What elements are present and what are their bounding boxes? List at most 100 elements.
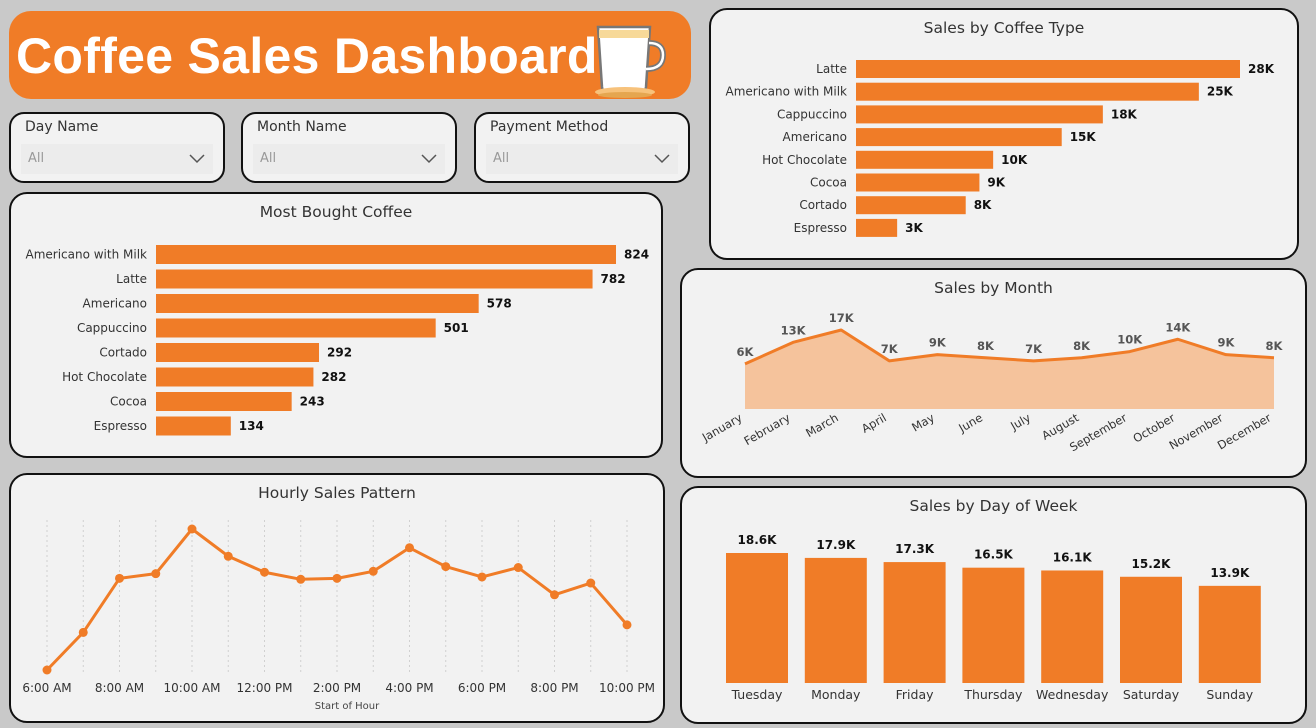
bar [856, 82, 1199, 101]
bar [883, 562, 946, 683]
data-label: 282 [321, 370, 346, 384]
data-label: 15.2K [1132, 557, 1172, 571]
page-title: Coffee Sales Dashboard [16, 28, 598, 84]
x-tick-label: Monday [811, 687, 861, 702]
data-label: 7K [1025, 342, 1043, 356]
category-label: Latte [116, 272, 147, 286]
data-label: 17.3K [895, 542, 935, 556]
data-point [78, 627, 88, 637]
data-label: 9K [1217, 336, 1235, 350]
bar [156, 343, 320, 362]
category-label: Hot Chocolate [762, 153, 847, 167]
bar [726, 553, 788, 683]
data-label: 3K [905, 221, 923, 235]
hourly-sales-panel: Hourly Sales Pattern 6:00 AM 8:00 AM 10:00… [9, 473, 665, 723]
bar [856, 173, 980, 192]
bar [156, 318, 436, 338]
category-label: Espresso [794, 221, 847, 235]
x-tick-label: Friday [896, 687, 934, 702]
category-label: Cortado [99, 346, 147, 360]
data-label: 28K [1248, 62, 1275, 76]
slicer-month-name[interactable]: Month Name All [241, 112, 457, 183]
data-label: 13K [781, 323, 807, 337]
data-label: 14K [1165, 320, 1191, 334]
sales-by-day-panel: Sales by Day of Week 18.6K Tuesday 17.9K Mo… [680, 486, 1307, 724]
slicer-label: Day Name [25, 119, 99, 135]
data-point [187, 524, 197, 534]
bar [156, 416, 231, 436]
payment-method-dropdown[interactable]: All [486, 144, 678, 174]
data-label: 8K [974, 198, 992, 212]
bar [856, 150, 994, 169]
x-tick-label: Tuesday [731, 687, 783, 702]
day-name-dropdown[interactable]: All [21, 144, 213, 174]
bar [856, 128, 1062, 147]
data-point [513, 563, 523, 573]
bar [856, 196, 966, 215]
sales-by-coffee-type-panel: Sales by Coffee Type Latte 28K Americano w… [709, 8, 1299, 260]
x-tick-label: December [1215, 410, 1274, 452]
data-label: 578 [487, 297, 512, 311]
data-point [405, 543, 414, 553]
bar [856, 218, 898, 237]
category-label: Latte [816, 62, 847, 76]
data-label: 9K [929, 336, 947, 350]
data-label: 292 [327, 346, 352, 360]
category-label: Americano [83, 297, 147, 311]
bar [1041, 570, 1104, 683]
x-tick-label: May [909, 410, 937, 434]
data-point [368, 566, 378, 576]
x-tick-label: 12:00 PM [237, 681, 293, 695]
data-label: 134 [239, 419, 264, 433]
data-point [332, 573, 342, 583]
data-point [223, 551, 233, 561]
data-point [260, 567, 269, 577]
bar [156, 245, 616, 264]
bar [156, 392, 292, 411]
bar [962, 567, 1025, 683]
data-label: 9K [987, 176, 1005, 190]
area-fill [745, 330, 1274, 409]
category-label: Cortado [799, 198, 847, 212]
x-tick-label: July [1007, 410, 1033, 433]
bar [156, 367, 314, 387]
slicer-value: All [28, 151, 45, 166]
x-tick-label: Thursday [963, 687, 1023, 702]
x-tick-label: April [859, 410, 889, 435]
bar [1120, 576, 1182, 683]
category-label: Hot Chocolate [62, 370, 147, 384]
data-point [622, 620, 632, 630]
data-label: 824 [624, 248, 649, 262]
most-bought-coffee-panel: Most Bought Coffee Americano with Milk 82… [9, 192, 663, 458]
category-label: Americano with Milk [25, 248, 147, 262]
x-tick-label: 4:00 PM [385, 681, 433, 695]
most-bought-coffee-chart: Americano with Milk 824 Latte 782 Americano 5… [25, 245, 649, 436]
data-label: 10K [1117, 333, 1143, 347]
bar [1198, 585, 1261, 683]
data-label: 8K [977, 339, 995, 353]
x-tick-label: 6:00 AM [22, 681, 71, 695]
category-label: Cappuccino [77, 321, 147, 335]
data-point [296, 574, 306, 584]
slicer-label: Month Name [257, 119, 347, 135]
data-label: 501 [444, 321, 469, 335]
data-label: 8K [1073, 339, 1091, 353]
slicer-day-name[interactable]: Day Name All [9, 112, 225, 183]
x-tick-label: 8:00 PM [530, 681, 578, 695]
chevron-down-icon [189, 154, 205, 164]
slicer-value: All [493, 151, 510, 166]
data-label: 7K [881, 342, 899, 356]
x-tick-label: March [803, 410, 840, 440]
category-label: Americano with Milk [725, 85, 847, 99]
data-label: 17.9K [816, 538, 856, 552]
month-name-dropdown[interactable]: All [253, 144, 445, 174]
data-point [550, 590, 559, 600]
data-label: 17K [829, 311, 855, 325]
data-label: 18.6K [738, 533, 778, 547]
category-label: Cappuccino [777, 107, 847, 121]
slicer-payment-method[interactable]: Payment Method All [474, 112, 690, 183]
x-tick-label: Sunday [1206, 687, 1253, 702]
data-point [441, 562, 451, 572]
data-label: 782 [601, 272, 626, 286]
x-tick-label: Saturday [1123, 687, 1180, 702]
